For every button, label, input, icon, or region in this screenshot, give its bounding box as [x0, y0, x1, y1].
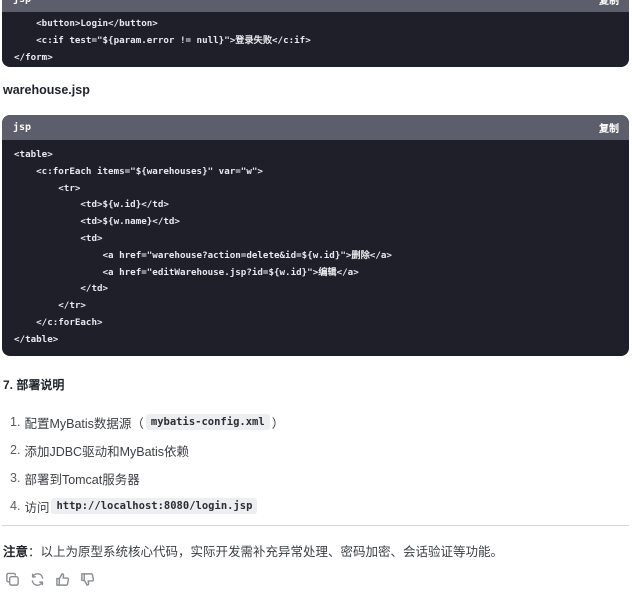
code-block-warehouse: jsp 复制 <table> <c:forEach items="${wareh… — [2, 115, 629, 356]
code-line: <c:if test="${param.error != null}">登录失败… — [14, 34, 311, 46]
code-line: </tr> — [14, 300, 86, 312]
divider — [2, 525, 629, 526]
regenerate-icon[interactable] — [29, 571, 45, 587]
thumbs-down-icon[interactable] — [79, 571, 95, 587]
note-paragraph: 注意：以上为原型系统核心代码，实际开发需补充异常处理、密码加密、会话验证等功能。 — [3, 541, 503, 560]
list-item: 1. 配置MyBatis数据源（ mybatis-config.xml ） — [10, 408, 284, 436]
code-language: jsp — [13, 0, 31, 5]
inline-code: http://localhost:8080/login.jsp — [51, 498, 258, 514]
list-number: 2. — [10, 443, 21, 457]
list-number: 4. — [10, 499, 21, 513]
code-language: jsp — [13, 122, 32, 133]
list-number: 1. — [10, 415, 21, 429]
step-text: 添加JDBC驱动和MyBatis依赖 — [24, 444, 190, 459]
code-line: <tr> — [14, 182, 81, 194]
code-line: </c:forEach> — [14, 316, 103, 328]
code-line: <a href="editWarehouse.jsp?id=${w.id}">编… — [14, 266, 359, 278]
code-line: </form> — [14, 51, 53, 63]
code-body: <table> <c:forEach items="${warehouses}"… — [2, 140, 629, 349]
code-line: </table> — [14, 333, 59, 345]
list-item: 3. 部署到Tomcat服务器 — [10, 464, 284, 492]
code-header: jsp 复制 — [2, 115, 629, 140]
step-text-after: ） — [271, 416, 285, 431]
file-title: warehouse.jsp — [3, 83, 90, 97]
step-text: 访问 — [24, 500, 50, 515]
copy-code-button[interactable]: 复制 — [599, 120, 619, 135]
deploy-steps-list: 1. 配置MyBatis数据源（ mybatis-config.xml ） 2.… — [10, 408, 284, 520]
list-number: 3. — [10, 471, 21, 485]
thumbs-up-icon[interactable] — [54, 571, 70, 587]
copy-code-button[interactable]: 复制 — [599, 0, 619, 7]
code-line: <button>Login</button> — [14, 18, 158, 29]
list-item: 4. 访问 http://localhost:8080/login.jsp — [10, 492, 284, 520]
list-item: 2. 添加JDBC驱动和MyBatis依赖 — [10, 436, 284, 464]
step-text: 部署到Tomcat服务器 — [24, 472, 140, 487]
code-line: </td> — [14, 283, 109, 295]
note-text: ：以上为原型系统核心代码，实际开发需补充异常处理、密码加密、会话验证等功能。 — [28, 545, 504, 559]
code-block-login: jsp 复制 <button>Login</button> <c:if test… — [2, 0, 629, 67]
note-label: 注意 — [3, 545, 29, 559]
message-actions — [4, 571, 95, 587]
code-line: <td>${w.id}</td> — [14, 199, 169, 211]
code-header: jsp 复制 — [2, 0, 629, 12]
code-line: <td>${w.name}</td> — [14, 216, 180, 228]
code-line: <td> — [14, 232, 103, 244]
code-line: <table> — [14, 149, 53, 160]
step-text: 配置MyBatis数据源（ — [24, 416, 144, 431]
code-line: <a href="warehouse?action=delete&id=${w.… — [14, 249, 392, 261]
code-body: <button>Login</button> <c:if test="${par… — [2, 12, 629, 66]
inline-code: mybatis-config.xml — [145, 414, 270, 430]
code-line: <c:forEach items="${warehouses}" var="w"… — [14, 165, 263, 177]
section-title: 7. 部署说明 — [3, 378, 65, 392]
copy-icon[interactable] — [4, 571, 20, 587]
